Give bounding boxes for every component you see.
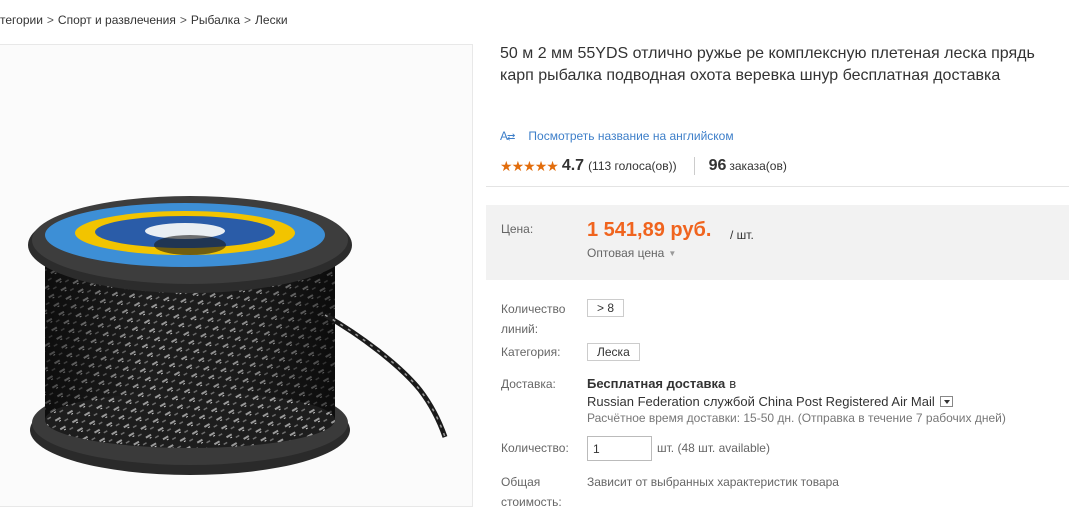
category-label: Категория: — [501, 345, 561, 359]
shipping-method[interactable]: Russian Federation службой China Post Re… — [587, 394, 953, 409]
free-shipping-text: Бесплатная доставка — [587, 376, 726, 391]
star-icon: ★ — [511, 158, 525, 174]
breadcrumb-item-lines[interactable]: Лески — [255, 13, 288, 27]
breadcrumb-separator: > — [46, 13, 54, 27]
orders-count: 96 — [708, 157, 727, 174]
lines-option[interactable]: > 8 — [587, 299, 625, 317]
lines-label-2: линий: — [501, 322, 539, 336]
product-image[interactable] — [0, 44, 473, 507]
price-value: 1 541,89 руб. — [587, 219, 712, 241]
price-label: Цена: — [501, 222, 534, 236]
breadcrumb-separator: > — [179, 13, 187, 27]
star-icon: ★ — [523, 158, 536, 174]
star-rating[interactable]: ★ ★ ★ ★ ★ — [500, 158, 559, 174]
star-icon: ★ — [546, 158, 559, 174]
total-price-text: Зависит от выбранных характеристик товар… — [587, 475, 839, 489]
shipping-in: в — [729, 376, 737, 391]
rating-value: 4.7 — [561, 157, 585, 174]
quantity-label: Количество: — [501, 441, 569, 455]
price-unit: / шт. — [730, 228, 754, 242]
quantity-input[interactable] — [587, 436, 652, 461]
divider — [693, 157, 695, 175]
total-label-2: стоимость: — [501, 495, 562, 507]
caret-down-icon: ▼ — [668, 249, 677, 259]
translate-link[interactable]: A⇄ Посмотреть название на английском — [500, 129, 734, 143]
breadcrumb: тегории > Спорт и развлечения > Рыбалка > Леск… — [0, 13, 288, 27]
category-option[interactable]: Леска — [587, 343, 640, 361]
fishing-line-spool-image — [28, 196, 448, 475]
wholesale-label: Оптовая цена — [587, 246, 665, 260]
star-icon: ★ — [534, 158, 548, 174]
lines-label: Количество — [501, 302, 566, 316]
delivery-time: Расчётное время доставки: 15-50 дн. (Отп… — [587, 411, 1006, 425]
dropdown-arrow-icon[interactable] — [939, 396, 953, 407]
shipping-route: Russian Federation службой China Post Re… — [587, 394, 935, 409]
breadcrumb-item-categories[interactable]: тегории — [0, 13, 43, 27]
translate-icon: A⇄ — [500, 129, 515, 143]
star-icon: ★ — [500, 158, 513, 174]
breadcrumb-separator: > — [244, 13, 252, 27]
breadcrumb-item-fishing[interactable]: Рыбалка — [191, 13, 240, 27]
total-label: Общая — [501, 475, 541, 489]
price-box: Цена: 1 541,89 руб. / шт. Оптовая цена ▼ — [486, 205, 1069, 280]
delivery-label: Доставка: — [501, 377, 556, 391]
free-shipping: Бесплатная доставка в — [587, 376, 736, 391]
rating-row: ★ ★ ★ ★ ★ 4.7 (113 голоса(ов)) 96 заказа… — [500, 157, 787, 175]
breadcrumb-item-sport[interactable]: Спорт и развлечения — [58, 13, 176, 27]
quantity-available: шт. (48 шт. available) — [657, 441, 770, 455]
divider-line — [486, 186, 1069, 187]
wholesale-price-dropdown[interactable]: Оптовая цена ▼ — [587, 246, 676, 260]
product-title: 50 м 2 мм 55YDS отлично ружье ре комплек… — [500, 45, 1035, 84]
orders-label: заказа(ов) — [729, 159, 787, 173]
translate-link-label[interactable]: Посмотреть название на английском — [528, 129, 733, 143]
votes-count[interactable]: (113 голоса(ов)) — [588, 159, 677, 173]
